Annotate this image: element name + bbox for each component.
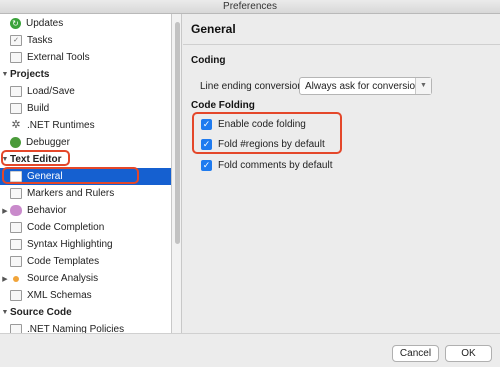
chevron-down-icon[interactable]: ▼ [0,309,10,316]
highlight-text-editor [1,150,70,166]
sidebar-item-label: Code Completion [27,222,105,233]
sidebar-item-behavior[interactable]: ▶ Behavior [0,202,171,219]
chevron-right-icon[interactable]: ▶ [0,275,10,283]
updates-icon: ↻ [10,18,21,29]
sidebar-category-label: Projects [10,69,50,80]
section-title-code-folding: Code Folding [191,100,255,111]
sidebar-category-label: Source Code [10,307,72,318]
sidebar-item-net-runtimes[interactable]: ✲ .NET Runtimes [0,117,171,134]
line-ending-value: Always ask for conversion [305,80,421,92]
line-ending-select[interactable]: Always ask for conversion ▼ [299,77,432,95]
line-ending-label: Line ending conversion: [200,81,306,92]
xml-schemas-icon [10,290,22,301]
naming-policies-icon [10,324,22,333]
checkbox-label: Fold comments by default [218,160,333,171]
sidebar-item-build[interactable]: Build [0,100,171,117]
sidebar-item-label: Updates [26,18,64,29]
sidebar-item-debugger[interactable]: Debugger [0,134,171,151]
external-tools-icon [10,52,22,63]
sidebar-item-label: .NET Runtimes [27,120,95,131]
ok-button[interactable]: OK [445,345,492,362]
window-title: Preferences [0,0,500,14]
sidebar-item-label: .NET Naming Policies [27,324,125,333]
gear-icon: ✲ [11,119,21,131]
page-title: General [183,14,500,45]
code-templates-icon [10,256,22,267]
sidebar-item-label: Debugger [26,137,70,148]
settings-panel: General Coding Line ending conversion: A… [183,14,500,333]
chevron-down-icon[interactable]: ▼ [0,71,10,78]
sidebar-item-load-save[interactable]: Load/Save [0,83,171,100]
fold-comments-checkbox[interactable]: ✓ Fold comments by default [201,160,333,171]
sidebar-category-projects[interactable]: ▼ Projects [0,66,171,83]
sidebar-item-code-completion[interactable]: Code Completion [0,219,171,236]
build-icon [10,103,22,114]
sidebar-item-label: Behavior [27,205,67,216]
sidebar-item-updates[interactable]: ↻ Updates [0,15,171,32]
sidebar-scrollbar[interactable] [172,14,182,333]
sidebar-item-label: Source Analysis [27,273,99,284]
sidebar-item-label: Syntax Highlighting [27,239,113,250]
highlight-folding-options [192,112,342,154]
sidebar-item-tasks[interactable]: ✓ Tasks [0,32,171,49]
markers-icon [10,188,22,199]
sidebar-item-markers-and-rulers[interactable]: Markers and Rulers [0,185,171,202]
sidebar-item-label: Markers and Rulers [27,188,115,199]
behavior-icon [10,205,22,216]
sidebar-item-net-naming-policies[interactable]: .NET Naming Policies [0,321,171,333]
sidebar-item-xml-schemas[interactable]: XML Schemas [0,287,171,304]
sidebar-item-label: External Tools [27,52,90,63]
cancel-button[interactable]: Cancel [392,345,439,362]
sidebar-category-source-code[interactable]: ▼ Source Code [0,304,171,321]
sidebar-item-code-templates[interactable]: Code Templates [0,253,171,270]
sidebar-item-label: XML Schemas [27,290,92,301]
sidebar-item-source-analysis[interactable]: ▶ Source Analysis [0,270,171,287]
dialog-footer: Cancel OK [0,333,500,367]
section-title-coding: Coding [191,55,226,66]
sidebar-item-syntax-highlighting[interactable]: Syntax Highlighting [0,236,171,253]
code-completion-icon [10,222,22,233]
sidebar-item-label: Build [27,103,50,114]
highlight-general [2,167,139,184]
sidebar-item-external-tools[interactable]: External Tools [0,49,171,66]
sidebar-item-label: Tasks [27,35,53,46]
load-save-icon [10,86,22,97]
chevron-right-icon[interactable]: ▶ [0,207,10,215]
sidebar-item-label: Load/Save [27,86,75,97]
tasks-icon: ✓ [10,35,22,46]
source-analysis-icon [13,275,19,282]
sidebar-item-label: Code Templates [27,256,100,267]
chevron-down-icon: ▼ [415,78,431,94]
debugger-icon [10,137,21,148]
sidebar-scroll-thumb[interactable] [175,22,180,244]
checkmark-icon: ✓ [201,160,212,171]
syntax-highlighting-icon [10,239,22,250]
